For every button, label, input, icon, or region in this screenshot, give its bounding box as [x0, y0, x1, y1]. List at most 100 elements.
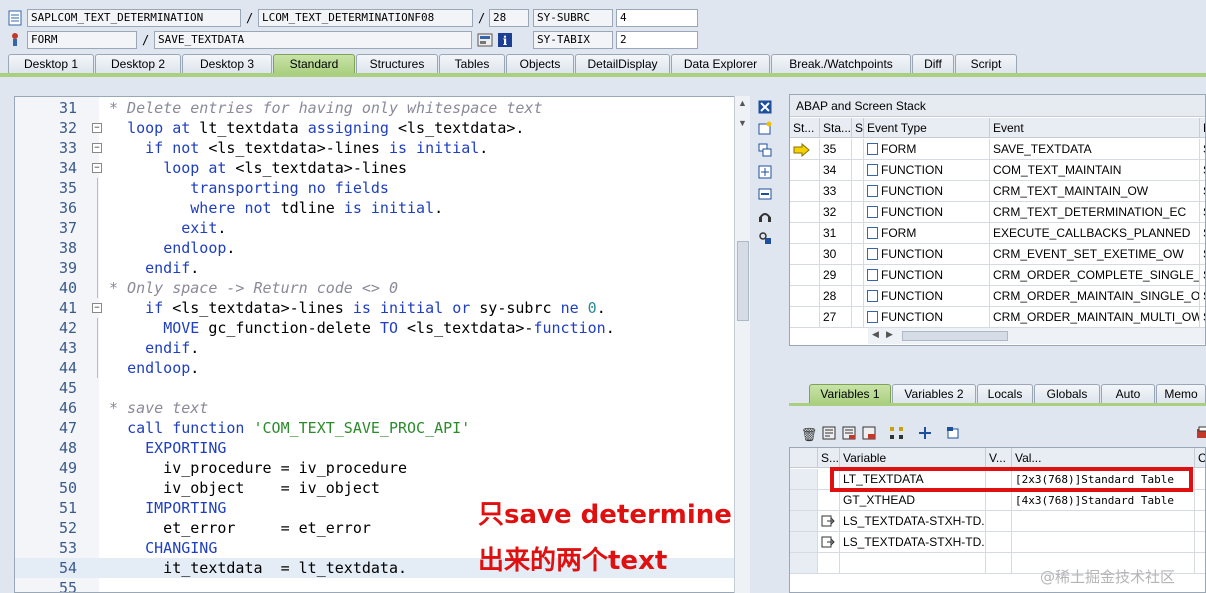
stack-source-cell[interactable] — [852, 202, 864, 223]
line-field[interactable]: 28 — [489, 9, 529, 27]
config-icon[interactable] — [756, 229, 774, 247]
code-line[interactable]: 48 EXPORTING — [15, 438, 735, 458]
stack-source-cell[interactable] — [852, 244, 864, 265]
stack-event-type[interactable]: FUNCTION — [864, 307, 990, 328]
variable-status-cell[interactable] — [818, 532, 840, 553]
stack-event-type[interactable]: FUNCTION — [864, 286, 990, 307]
stack-level[interactable]: 27 — [820, 307, 852, 328]
code-line[interactable]: 38 endloop. — [15, 238, 735, 258]
variables-column-header[interactable]: Variable — [840, 448, 986, 468]
stack-level[interactable]: 33 — [820, 181, 852, 202]
save-variables-icon[interactable] — [820, 426, 838, 444]
code-line[interactable]: 43 endif. — [15, 338, 735, 358]
variable-status-cell[interactable] — [818, 553, 840, 574]
tab-objects[interactable]: Objects — [506, 54, 574, 74]
stack-level[interactable]: 34 — [820, 160, 852, 181]
variables-column-header[interactable]: V... — [986, 448, 1012, 468]
tab-desktop-2[interactable]: Desktop 2 — [95, 54, 181, 74]
variable-status-cell[interactable] — [818, 490, 840, 511]
subrc-value[interactable]: 4 — [616, 9, 698, 27]
stack-level[interactable]: 35 — [820, 139, 852, 160]
stack-source-cell[interactable] — [852, 286, 864, 307]
stack-column-header[interactable]: Event — [990, 118, 1200, 138]
stack-event[interactable]: SAVE_TEXTDATA — [990, 139, 1200, 160]
stack-program[interactable]: S — [1200, 265, 1205, 286]
variable-value[interactable]: [4x3(768)]Standard Table — [1012, 490, 1195, 511]
stack-column-header[interactable]: S... — [852, 118, 864, 138]
tab-script[interactable]: Script — [955, 54, 1017, 74]
tab-desktop-3[interactable]: Desktop 3 — [182, 54, 272, 74]
variable-value[interactable] — [1012, 511, 1195, 532]
scroll-thumb[interactable] — [737, 241, 749, 321]
scroll-left-icon[interactable]: ◀ — [872, 329, 879, 340]
program-field[interactable]: SAPLCOM_TEXT_DETERMINATION — [27, 9, 241, 27]
stack-row-marker[interactable] — [790, 181, 820, 202]
tab-standard[interactable]: Standard — [273, 54, 355, 74]
stack-column-header[interactable]: St... — [790, 118, 820, 138]
stack-program[interactable]: S — [1200, 139, 1205, 160]
tab-diff[interactable]: Diff — [912, 54, 954, 74]
variable-change-cell[interactable] — [1195, 469, 1205, 490]
clear-variables-icon[interactable] — [860, 426, 878, 444]
variable-view-cell[interactable] — [986, 490, 1012, 511]
stack-row-marker[interactable] — [790, 202, 820, 223]
stack-event[interactable]: CRM_TEXT_MAINTAIN_OW — [990, 181, 1200, 202]
code-line[interactable]: 46 * save text — [15, 398, 735, 418]
variables-column-header[interactable]: C... — [1195, 448, 1205, 468]
stack-event[interactable]: CRM_ORDER_MAINTAIN_SINGLE_OW — [990, 286, 1200, 307]
code-line[interactable]: 45 — [15, 378, 735, 398]
variable-name[interactable]: GT_XTHEAD — [840, 490, 986, 511]
code-line[interactable]: 35 transporting no fields — [15, 178, 735, 198]
stack-program[interactable]: S — [1200, 160, 1205, 181]
variable-change-cell[interactable] — [1195, 511, 1205, 532]
swap-tool-icon[interactable] — [756, 141, 774, 159]
stack-program[interactable]: S — [1200, 202, 1205, 223]
move-icon[interactable] — [916, 426, 934, 444]
row-selector[interactable] — [790, 553, 818, 574]
tab-memory[interactable]: Memo — [1156, 384, 1206, 404]
stack-event[interactable]: CRM_EVENT_SET_EXETIME_OW — [990, 244, 1200, 265]
tab-structures[interactable]: Structures — [356, 54, 438, 74]
resize-icon[interactable] — [756, 185, 774, 203]
stack-program[interactable]: S — [1200, 244, 1205, 265]
variables-column-header[interactable]: S... — [818, 448, 840, 468]
variable-view-cell[interactable] — [986, 511, 1012, 532]
variable-name[interactable]: LS_TEXTDATA-STXH-TD... — [840, 511, 986, 532]
stack-column-header[interactable]: P — [1200, 118, 1205, 138]
code-line[interactable]: 41 − if <ls_textdata>-lines is initial or… — [15, 298, 735, 318]
stack-event-type[interactable]: FORM — [864, 223, 990, 244]
stack-column-header[interactable]: Event Type — [864, 118, 990, 138]
tab-locals[interactable]: Locals — [977, 384, 1033, 404]
scroll-up-icon[interactable]: ▲ — [738, 98, 747, 108]
code-line[interactable]: 40 * Only space -> Return code <> 0 — [15, 278, 735, 298]
current-arrow-icon[interactable] — [790, 139, 820, 160]
stack-program[interactable]: S — [1200, 223, 1205, 244]
stack-row-marker[interactable] — [790, 286, 820, 307]
stack-event[interactable]: COM_TEXT_MAINTAIN — [990, 160, 1200, 181]
stack-program[interactable]: S — [1200, 286, 1205, 307]
variable-change-cell[interactable] — [1195, 553, 1205, 574]
display-icon[interactable] — [477, 32, 493, 48]
stack-event-type[interactable]: FUNCTION — [864, 160, 990, 181]
stack-event-type[interactable]: FUNCTION — [864, 181, 990, 202]
stack-event[interactable]: CRM_ORDER_MAINTAIN_MULTI_OW — [990, 307, 1200, 328]
row-selector[interactable] — [790, 511, 818, 532]
stack-level[interactable]: 30 — [820, 244, 852, 265]
scroll-down-icon[interactable]: ▼ — [738, 118, 747, 128]
row-selector[interactable] — [790, 490, 818, 511]
code-line[interactable]: 37 exit. — [15, 218, 735, 238]
code-line[interactable]: 47 call function 'COM_TEXT_SAVE_PROC_API… — [15, 418, 735, 438]
code-line[interactable]: 39 endif. — [15, 258, 735, 278]
variable-change-cell[interactable] — [1195, 532, 1205, 553]
new-tool-icon[interactable] — [756, 119, 774, 137]
delete-icon[interactable]: 🗑 — [800, 426, 818, 444]
stack-level[interactable]: 31 — [820, 223, 852, 244]
code-line[interactable]: 49 iv_procedure = iv_procedure — [15, 458, 735, 478]
tab-globals[interactable]: Globals — [1034, 384, 1100, 404]
fold-toggle-icon[interactable]: − — [92, 303, 102, 313]
variable-value[interactable] — [1012, 532, 1195, 553]
variable-status-cell[interactable] — [818, 511, 840, 532]
stack-row-marker[interactable] — [790, 223, 820, 244]
services-icon[interactable] — [756, 207, 774, 225]
stack-hscroll[interactable]: ◀ ▶ — [868, 328, 1205, 344]
